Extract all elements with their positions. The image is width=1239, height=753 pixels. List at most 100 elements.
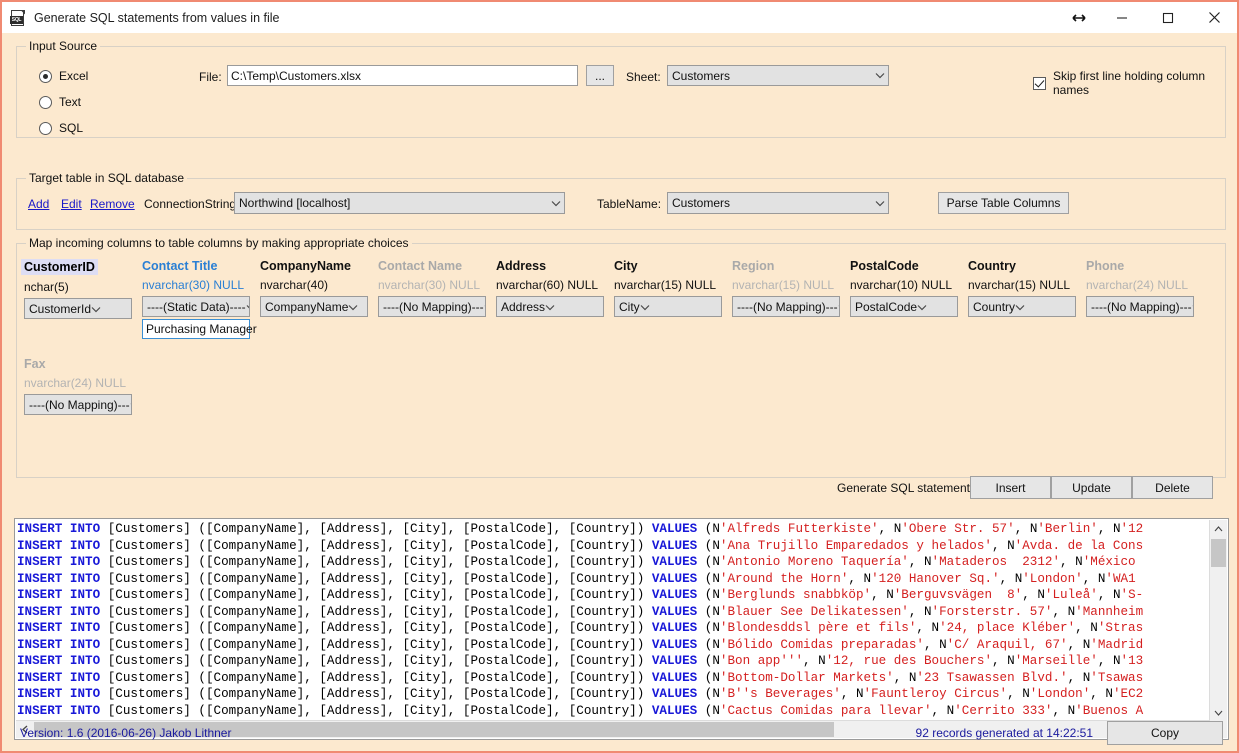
map-column-select[interactable]: CompanyName xyxy=(260,296,368,317)
tablename-select[interactable]: Customers xyxy=(667,192,889,214)
chevron-down-icon xyxy=(130,398,131,412)
map-column-select-value: CustomerId xyxy=(29,301,92,316)
client-area: Input Source Excel Text SQL File: C:\Tem… xyxy=(2,33,1237,751)
map-column-select[interactable]: CustomerId xyxy=(24,298,132,319)
target-table-group-title: Target table in SQL database xyxy=(26,171,187,185)
scroll-up-icon[interactable] xyxy=(1210,520,1227,537)
skip-first-line-checkbox-indicator xyxy=(1033,76,1046,90)
sheet-label: Sheet: xyxy=(626,70,661,84)
radio-sql-indicator xyxy=(39,121,52,135)
chevron-down-icon xyxy=(547,200,564,207)
map-column-name: City xyxy=(614,259,638,273)
radio-text[interactable]: Text xyxy=(39,95,81,109)
map-column-type: nvarchar(40) xyxy=(260,278,329,292)
connectionstring-select[interactable]: Northwind [localhost] xyxy=(234,192,565,214)
skip-first-line-checkbox[interactable]: Skip first line holding column names xyxy=(1033,69,1225,97)
connectionstring-select-value: Northwind [localhost] xyxy=(239,196,351,210)
resize-handle-icon[interactable] xyxy=(1059,2,1099,33)
chevron-down-icon xyxy=(246,300,249,314)
map-static-value-input[interactable]: Purchasing Manager xyxy=(142,319,257,339)
skip-first-line-label: Skip first line holding column names xyxy=(1053,69,1206,97)
delete-button[interactable]: Delete xyxy=(1132,476,1213,499)
app-window: SQL Generate SQL statements from values … xyxy=(0,0,1239,753)
map-column-name: CompanyName xyxy=(260,259,351,273)
map-column-phone: Phone nvarchar(24) NULL ----(No Mapping)… xyxy=(1086,259,1206,317)
map-column-name: Contact Title xyxy=(142,259,218,273)
map-column-postalcode: PostalCode nvarchar(10) NULL PostalCode xyxy=(850,259,970,317)
column-mapping-group: Map incoming columns to table columns by… xyxy=(16,236,1226,499)
chevron-down-icon xyxy=(871,200,888,207)
browse-file-button[interactable]: ... xyxy=(586,65,614,86)
connectionstring-label: ConnectionString: xyxy=(144,197,240,211)
input-source-group: Input Source Excel Text SQL File: C:\Tem… xyxy=(16,39,1226,138)
map-column-name: PostalCode xyxy=(850,259,919,273)
map-column-customerid: CustomerID nchar(5) CustomerId xyxy=(21,259,144,319)
vertical-scroll-thumb[interactable] xyxy=(1211,539,1226,567)
tablename-select-value: Customers xyxy=(672,196,731,210)
map-column-select-value: ----(No Mapping)--- xyxy=(737,299,838,314)
remove-link[interactable]: Remove xyxy=(90,197,135,211)
radio-sql[interactable]: SQL xyxy=(39,121,83,135)
map-column-type: nvarchar(24) NULL xyxy=(24,376,127,390)
records-generated-label: 92 records generated at 14:22:51 xyxy=(915,726,1093,740)
map-column-contactname: Contact Name nvarchar(30) NULL ----(No M… xyxy=(378,259,498,317)
map-column-fax: Fax nvarchar(24) NULL ----(No Mapping)--… xyxy=(24,357,144,415)
radio-excel-label: Excel xyxy=(59,69,89,83)
map-column-country: Country nvarchar(15) NULL Country xyxy=(968,259,1088,317)
target-table-group: Target table in SQL database Add Edit Re… xyxy=(16,171,1226,230)
window-title: Generate SQL statements from values in f… xyxy=(34,10,280,25)
map-column-region: Region nvarchar(15) NULL ----(No Mapping… xyxy=(732,259,852,317)
map-column-select[interactable]: ----(No Mapping)--- xyxy=(1086,296,1194,317)
column-mapping-group-title: Map incoming columns to table columns by… xyxy=(26,236,412,250)
add-link[interactable]: Add xyxy=(28,197,49,211)
radio-excel[interactable]: Excel xyxy=(39,69,88,83)
tablename-label: TableName: xyxy=(597,197,662,211)
insert-button[interactable]: Insert xyxy=(970,476,1051,499)
map-column-select[interactable]: City xyxy=(614,296,722,317)
map-column-select-value: CompanyName xyxy=(265,299,349,314)
parse-table-columns-button[interactable]: Parse Table Columns xyxy=(938,192,1069,214)
map-column-select[interactable]: ----(No Mapping)--- xyxy=(24,394,132,415)
map-column-name: Phone xyxy=(1086,259,1125,273)
map-column-name: Address xyxy=(496,259,547,273)
close-button[interactable] xyxy=(1191,2,1237,33)
map-column-select[interactable]: ----(Static Data)---- xyxy=(142,296,250,317)
sql-output-vertical-scrollbar[interactable] xyxy=(1209,520,1227,721)
map-column-select-value: ----(Static Data)---- xyxy=(147,299,246,314)
map-column-name: Fax xyxy=(24,357,46,371)
maximize-button[interactable] xyxy=(1145,2,1191,33)
chevron-down-icon xyxy=(640,300,650,314)
map-column-type: nchar(5) xyxy=(24,280,69,294)
chevron-down-icon xyxy=(1015,300,1025,314)
map-column-select[interactable]: ----(No Mapping)--- xyxy=(732,296,840,317)
chevron-down-icon xyxy=(871,72,888,79)
map-column-contacttitle: Contact Title nvarchar(30) NULL ----(Sta… xyxy=(142,259,262,339)
map-column-select[interactable]: ----(No Mapping)--- xyxy=(378,296,486,317)
file-path-input[interactable]: C:\Temp\Customers.xlsx xyxy=(227,65,578,86)
map-column-select[interactable]: Address xyxy=(496,296,604,317)
scroll-down-icon[interactable] xyxy=(1210,704,1227,721)
update-button[interactable]: Update xyxy=(1051,476,1132,499)
map-column-type: nvarchar(10) NULL xyxy=(850,278,953,292)
map-column-select[interactable]: PostalCode xyxy=(850,296,958,317)
chevron-down-icon xyxy=(91,302,101,316)
chevron-down-icon xyxy=(1192,300,1193,314)
map-column-select[interactable]: Country xyxy=(968,296,1076,317)
map-column-name: CustomerID xyxy=(21,259,98,275)
edit-link[interactable]: Edit xyxy=(61,197,82,211)
map-static-value-text: Purchasing Manager xyxy=(146,322,257,336)
minimize-button[interactable] xyxy=(1099,2,1145,33)
radio-text-indicator xyxy=(39,95,52,109)
sheet-select-value: Customers xyxy=(672,68,731,83)
sheet-select[interactable]: Customers xyxy=(667,65,889,86)
map-column-select-value: City xyxy=(619,299,640,314)
sql-output-text[interactable]: INSERT INTO [Customers] ([CompanyName], … xyxy=(17,521,1209,720)
title-bar: SQL Generate SQL statements from values … xyxy=(2,2,1237,33)
map-column-name: Country xyxy=(968,259,1016,273)
chevron-down-icon xyxy=(838,300,839,314)
map-column-city: City nvarchar(15) NULL City xyxy=(614,259,734,317)
map-column-name: Region xyxy=(732,259,775,273)
copy-button[interactable]: Copy xyxy=(1107,721,1223,745)
sql-document-icon: SQL xyxy=(10,9,26,26)
sql-output-panel[interactable]: INSERT INTO [Customers] ([CompanyName], … xyxy=(14,518,1229,740)
